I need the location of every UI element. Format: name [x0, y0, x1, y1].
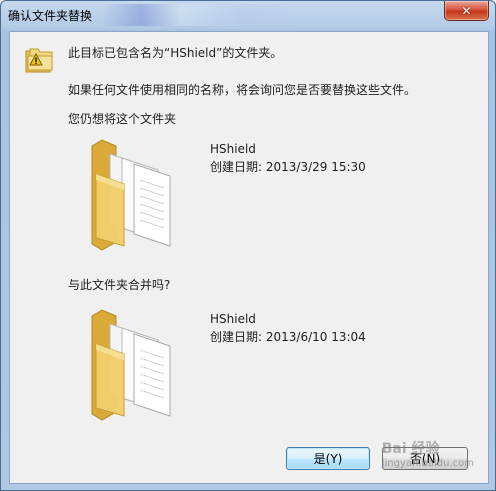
dialog-window: 确认文件夹替换 ✕ 此目标已包含名为“HShield”的文件夹。 如果任何文件使… — [0, 0, 496, 491]
close-icon: ✕ — [461, 3, 472, 18]
folder-icon — [91, 309, 171, 421]
existing-folder-info: HShield 创建日期: 2013/3/29 15:30 — [210, 140, 366, 176]
existing-folder-date: 创建日期: 2013/3/29 15:30 — [210, 160, 366, 174]
watermark-text: Bai 经验 — [381, 441, 440, 457]
window-title: 确认文件夹替换 — [8, 9, 93, 23]
new-folder-info: HShield 创建日期: 2013/6/10 13:04 — [210, 310, 366, 346]
message-line-1: 此目标已包含名为“HShield”的文件夹。 — [68, 46, 283, 60]
warning-folder-icon — [25, 48, 53, 73]
close-button[interactable]: ✕ — [444, 1, 489, 21]
watermark-sub: jingyan.baidu.com — [381, 458, 474, 469]
prompt-keep-folder: 您仍想将这个文件夹 — [68, 112, 177, 126]
title-bar[interactable]: 确认文件夹替换 ✕ — [1, 1, 495, 31]
dialog-body: 此目标已包含名为“HShield”的文件夹。 如果任何文件使用相同的名称，将会询… — [9, 31, 489, 484]
new-folder-name: HShield — [210, 312, 256, 326]
message-line-2: 如果任何文件使用相同的名称，将会询问您是否要替换这些文件。 — [68, 83, 417, 97]
folder-icon — [91, 139, 171, 251]
baidu-watermark: Bai 经验 jingyan.baidu.com — [382, 438, 474, 469]
yes-button[interactable]: 是(Y) — [286, 447, 370, 470]
new-folder-date: 创建日期: 2013/6/10 13:04 — [210, 330, 366, 344]
title-bar-decoration — [101, 4, 301, 26]
existing-folder-name: HShield — [210, 142, 256, 156]
prompt-merge-folder: 与此文件夹合并吗? — [68, 278, 171, 292]
